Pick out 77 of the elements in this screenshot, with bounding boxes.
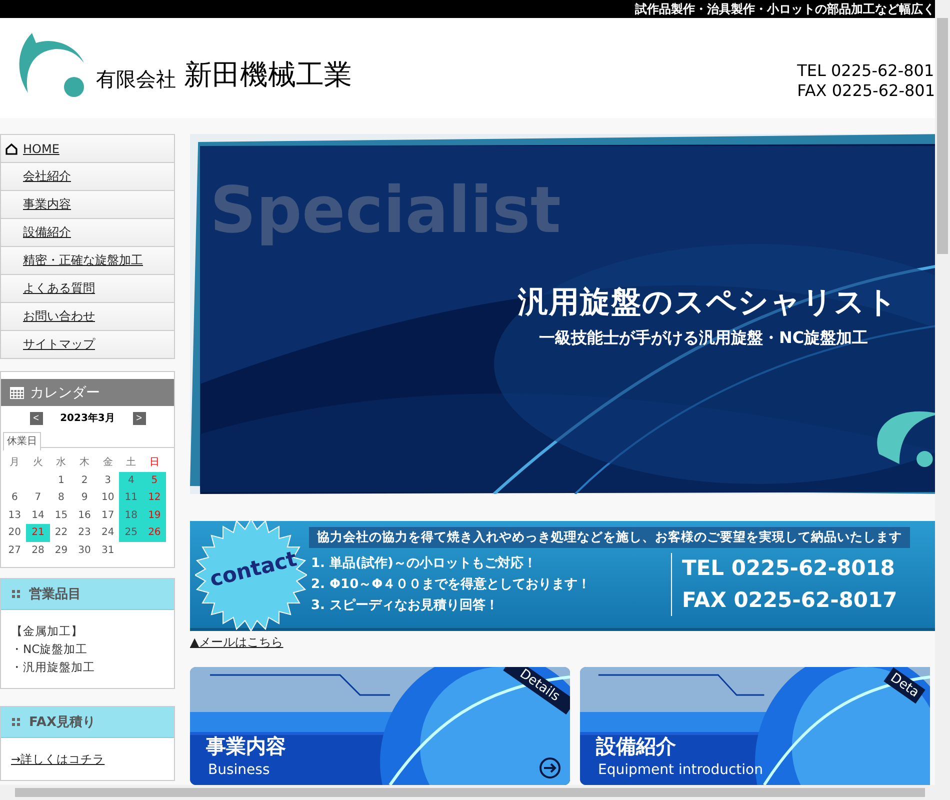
calendar-title: カレンダー <box>30 384 100 402</box>
weekday-label: 土 <box>125 456 138 470</box>
card-title: 事業内容 <box>206 733 286 760</box>
company-type: 有限会社 <box>96 66 176 92</box>
product-item: ・汎用旋盤加工 <box>11 659 96 676</box>
calendar-day: 9 <box>72 489 96 506</box>
calendar-day: 13 <box>3 506 26 524</box>
calendar-day: 22 <box>50 524 73 542</box>
calendar-day: 5 <box>142 472 166 489</box>
calendar-day: 20 <box>3 524 26 542</box>
calendar-day: 24 <box>96 524 120 542</box>
previous-month-button[interactable]: < <box>30 412 42 424</box>
calendar-day: 4 <box>119 472 143 489</box>
tagline: 試作品製作・治具製作・小ロットの部品加工など幅広く <box>635 0 935 18</box>
card-title: 設備紹介 <box>596 733 676 760</box>
card-subtitle: Business <box>208 762 270 778</box>
phone-number: TEL 0225-62-8018 <box>682 555 896 582</box>
vertical-scrollbar[interactable] <box>935 0 950 785</box>
fax-number: FAX 0225-62-8017 <box>682 587 898 614</box>
calendar-day: 12 <box>142 489 166 506</box>
mail-link[interactable]: ▲メールはこちら <box>190 634 284 651</box>
card-subtitle: Equipment introduction <box>598 762 763 778</box>
nav-link[interactable]: HOME <box>1 135 174 163</box>
calendar-day: 25 <box>119 524 143 542</box>
calendar-day: 14 <box>26 506 50 524</box>
weekday-label: 日 <box>148 456 160 470</box>
calendar-day: 2 <box>72 472 96 489</box>
section-title: FAX見積り <box>29 714 96 731</box>
calendar-day: 30 <box>72 542 96 559</box>
weekday-label: 火 <box>32 456 44 470</box>
calendar-day: 6 <box>3 489 26 506</box>
feature-point: 2. Φ10～Φ４００までを得意としております！ <box>311 576 592 594</box>
banner-subline: 一級技能士が手がける汎用旋盤・NC旋盤加工 <box>539 328 868 349</box>
calendar-day: 8 <box>50 489 73 506</box>
calendar-day: 18 <box>119 506 143 524</box>
product-item: ・NC旋盤加工 <box>11 641 89 658</box>
calendar-day: 28 <box>26 542 50 559</box>
product-item: 【金属加工】 <box>11 623 84 640</box>
calendar-day: 27 <box>3 542 26 559</box>
calendar-day: 26 <box>142 524 166 542</box>
calendar-day: 29 <box>50 542 73 559</box>
calendar-day: 11 <box>119 489 143 506</box>
fax-number: FAX 0225-62-801 <box>797 81 935 101</box>
weekday-label: 木 <box>78 456 91 470</box>
calendar-day: 31 <box>96 542 120 559</box>
nav-link[interactable]: サイトマップ <box>1 331 174 358</box>
calendar-day: 1 <box>50 472 73 489</box>
feature-point: 1. 単品(試作)～の小ロットもご対応！ <box>311 554 538 572</box>
calendar-day: 10 <box>96 489 120 506</box>
calendar-day: 19 <box>142 506 166 524</box>
calendar-day: 3 <box>96 472 120 489</box>
calendar-day: 16 <box>72 506 96 524</box>
contact-badge-text: contact <box>207 546 300 591</box>
month-label: 2023年3月 <box>59 412 116 425</box>
weekday-label: 水 <box>55 456 68 470</box>
company-name: 新田機械工業 <box>184 57 352 93</box>
starburst-icon <box>195 518 307 630</box>
home-icon <box>5 142 18 154</box>
calendar-day: 7 <box>26 489 50 506</box>
next-month-button[interactable]: > <box>132 412 146 424</box>
calendar-day: 17 <box>96 506 120 524</box>
calendar-day: 23 <box>72 524 96 542</box>
section-title: 営業品目 <box>29 586 81 603</box>
weekday-label: 金 <box>102 456 114 470</box>
phone-number: TEL 0225-62-801 <box>797 61 935 81</box>
nav-link[interactable]: 事業内容 <box>1 191 174 219</box>
horizontal-scrollbar[interactable] <box>0 785 950 800</box>
dots-icon <box>12 718 20 726</box>
feature-point: 3. スピーディなお見積り回答！ <box>311 596 500 614</box>
calendar-day: 21 <box>26 524 50 542</box>
details-link[interactable]: →詳しくはコチラ <box>11 750 164 768</box>
dots-icon <box>12 590 20 598</box>
calendar-icon <box>10 386 24 398</box>
banner-headline: 汎用旋盤のスペシャリスト <box>518 284 898 322</box>
weekday-label: 月 <box>8 456 21 470</box>
banner-strip: 協力会社の協力を得て焼き入れやめっき処理などを施し、お客様のご要望を実現して納品いたします <box>309 527 910 548</box>
calendar-day: 15 <box>50 506 73 524</box>
